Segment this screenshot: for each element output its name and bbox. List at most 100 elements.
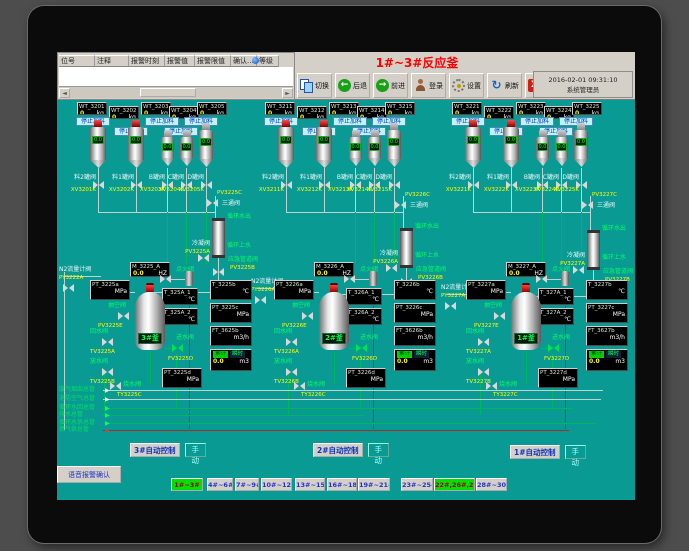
reactor-page-button[interactable]: 16#~18# <box>327 478 357 491</box>
inlet-valve-name: 进水阀 <box>552 334 570 341</box>
scroll-right-icon[interactable]: ► <box>282 88 293 98</box>
reactor-page-button[interactable]: 7#~9# <box>235 478 259 491</box>
auto-control-button[interactable]: 3#自动控制 <box>130 443 180 457</box>
feed-tank: 0.0 <box>278 120 294 168</box>
reactor-page-button[interactable]: 19#~21# <box>358 478 390 491</box>
alarm-column-header[interactable]: 注释 <box>95 55 129 67</box>
drain-valve-icon[interactable] <box>102 368 113 377</box>
reactor-page-button[interactable]: 22#,26#,27# <box>434 478 475 491</box>
alarm-column-header[interactable]: 报警限值 <box>195 55 231 67</box>
weight-readout: WT_3212 0kg <box>297 106 327 119</box>
valve-icon[interactable] <box>395 201 406 210</box>
cooling-in-label: 循环上水 <box>602 254 626 261</box>
voice-alarm-ack-button[interactable]: 语音报警确认 <box>57 466 121 483</box>
vacuum-valve-icon[interactable] <box>118 312 129 321</box>
inlet-valve-icon[interactable] <box>356 344 367 353</box>
reactor-page-button[interactable]: 1#~3# <box>171 478 203 491</box>
heat-valve-icon[interactable] <box>294 382 305 391</box>
valve-icon[interactable] <box>582 201 593 210</box>
total-toggle-button[interactable]: 累计 <box>213 351 228 358</box>
instant-toggle-button[interactable]: 瞬时 <box>230 351 245 358</box>
toolbar-button[interactable]: 设置 <box>449 73 484 98</box>
flow-readout: FT_3627b m3/h <box>586 326 628 346</box>
tank-body: 0.0 <box>387 130 401 159</box>
tag-label: T_3226b <box>395 281 435 288</box>
tank-cap <box>539 130 547 137</box>
temp-readout: T_325A_1 ℃ <box>162 288 198 305</box>
tank-body: 0.0 <box>349 137 362 158</box>
inlet-valve-name: 进水阀 <box>360 334 378 341</box>
value: 0 <box>268 110 272 115</box>
toolbar-button[interactable]: 后退 <box>335 73 370 98</box>
reactor-page-button[interactable]: 13#~15# <box>295 478 325 491</box>
weight-readout: WT_3222 0kg <box>484 106 514 119</box>
return-valve-icon[interactable] <box>286 338 297 347</box>
pressure-readout: PT_3225c MPa <box>210 303 252 323</box>
toolbar-button[interactable]: 刷新 <box>487 73 522 98</box>
vacuum-valve-icon[interactable] <box>302 312 313 321</box>
inlet-valve-icon[interactable] <box>548 344 559 353</box>
sort-icon[interactable] <box>252 57 259 64</box>
flow-arrow-icon: ▶ <box>105 412 110 419</box>
drain-valve-icon[interactable] <box>478 368 489 377</box>
manifold-label: 燃气供总管 <box>59 426 89 433</box>
tank-level-display: 0.0 <box>369 143 381 151</box>
reactor-page-button[interactable]: 23#~25# <box>401 478 433 491</box>
manual-mode-button[interactable]: 手动 <box>565 445 587 459</box>
heat-valve-icon[interactable] <box>486 382 497 391</box>
return-valve-icon[interactable] <box>102 338 113 347</box>
return-valve-tag: TV3227A <box>466 349 491 355</box>
reactor-page-button[interactable]: 28#~30# <box>476 478 507 491</box>
tank-cap <box>352 130 360 137</box>
scroll-left-icon[interactable]: ◄ <box>59 88 70 98</box>
reactor-page-button[interactable]: 10#~12# <box>261 478 292 491</box>
valve-icon[interactable] <box>207 199 218 208</box>
auto-control-button[interactable]: 2#自动控制 <box>313 443 363 457</box>
stop-feed-button[interactable]: 停止加料 <box>333 117 367 126</box>
stop-feed-button[interactable]: 停止加料 <box>145 117 179 126</box>
alarm-column-header[interactable]: 报警值 <box>165 55 195 67</box>
valve-name: 料2罐阀 <box>435 174 471 181</box>
heat-valve-icon[interactable] <box>110 382 121 391</box>
alarm-column-header[interactable]: 位号 <box>59 55 95 67</box>
instant-toggle-button[interactable]: 瞬时 <box>414 351 429 358</box>
stop-feed-button[interactable]: 停止加料 <box>520 117 554 126</box>
ignition-valve-icon[interactable] <box>344 275 355 284</box>
drain-valve-icon[interactable] <box>286 368 297 377</box>
auto-control-button[interactable]: 1#自动控制 <box>510 445 560 459</box>
manual-mode-button[interactable]: 手动 <box>368 443 390 457</box>
tank-cone <box>199 159 213 167</box>
ignition-valve-icon[interactable] <box>536 275 547 284</box>
toolbar-button[interactable]: 切换 <box>297 73 332 98</box>
heat-valve-name: 烧水阀 <box>307 381 325 388</box>
toolbar-button[interactable]: 登录 <box>411 73 446 98</box>
pipe <box>546 279 562 280</box>
cooling-in-label: 循环上水 <box>415 252 439 259</box>
vacuum-valve-icon[interactable] <box>494 312 505 321</box>
tank-cone <box>278 160 294 168</box>
scroll-track[interactable] <box>70 88 282 98</box>
tag-label: WT_3202 <box>110 107 138 114</box>
toolbar-button-label: 登录 <box>429 81 443 91</box>
tank-level-display: 0.0 <box>318 136 330 144</box>
alarm-hscrollbar[interactable]: ◄ ► <box>59 86 293 98</box>
tank-body: 0.0 <box>368 137 381 158</box>
tag-label: WT_3222 <box>485 107 513 114</box>
reactor-page-button[interactable]: 4#~6# <box>207 478 233 491</box>
alarm-column-header[interactable]: 等级 <box>257 55 279 67</box>
valve-tag: PV3226C <box>405 192 430 198</box>
tank-level-display: 0.0 <box>350 143 362 151</box>
total-toggle-button[interactable]: 累计 <box>397 351 412 358</box>
scroll-thumb[interactable] <box>140 88 196 97</box>
toolbar-button-label: 切换 <box>315 81 329 91</box>
manual-mode-button[interactable]: 手动 <box>185 443 207 457</box>
alarm-column-header[interactable]: 报警时刻 <box>129 55 165 67</box>
return-valve-icon[interactable] <box>478 338 489 347</box>
valve-icon[interactable] <box>63 284 74 293</box>
total-toggle-button[interactable]: 累计 <box>589 351 604 358</box>
ignition-valve-icon[interactable] <box>160 275 171 284</box>
toolbar-button[interactable]: 前进 <box>373 73 408 98</box>
flame-arrester <box>185 271 193 286</box>
inlet-valve-icon[interactable] <box>172 344 183 353</box>
instant-toggle-button[interactable]: 瞬时 <box>606 351 621 358</box>
